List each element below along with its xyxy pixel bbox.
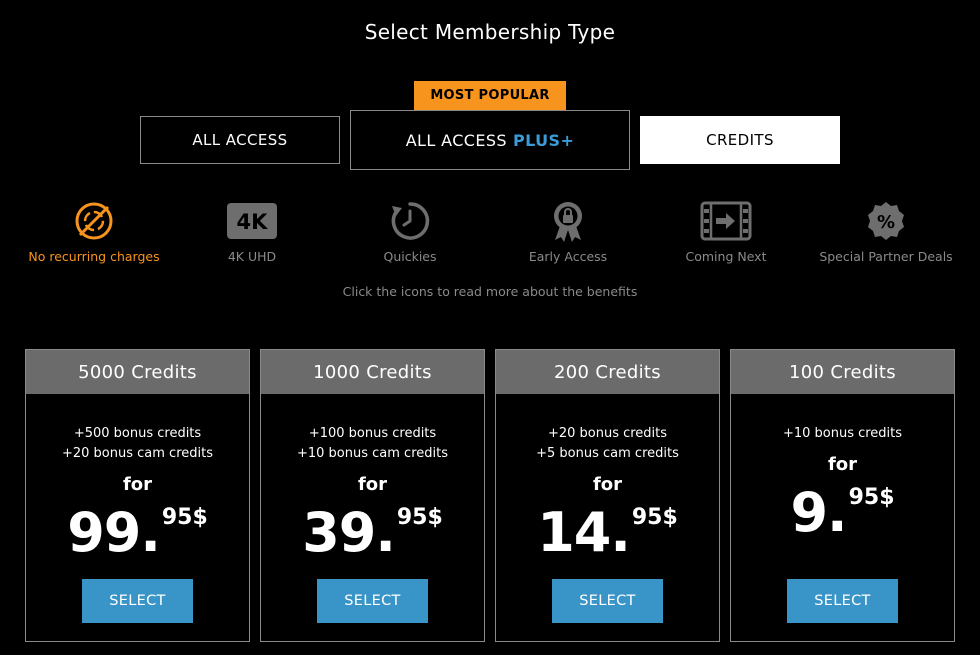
coming-next-icon <box>647 200 805 242</box>
tab-all-access[interactable]: ALL ACCESS <box>140 116 340 164</box>
for-label: for <box>827 454 858 475</box>
credit-package-card: 100 Credits +10 bonus credits for 9. 95$… <box>730 349 955 642</box>
most-popular-badge: MOST POPULAR <box>414 81 566 110</box>
tab-credits-label: CREDITS <box>706 131 774 149</box>
benefit-label: No recurring charges <box>28 249 160 264</box>
credit-package-card: 200 Credits +20 bonus credits +5 bonus c… <box>495 349 720 642</box>
early-access-icon <box>489 200 647 242</box>
for-label: for <box>122 474 153 495</box>
benefit-label: Coming Next <box>685 249 767 264</box>
price-cents: 95$ <box>848 485 895 510</box>
card-title: 200 Credits <box>496 350 719 394</box>
credit-package-card: 1000 Credits +100 bonus credits +10 bonu… <box>260 349 485 642</box>
bonus-cam-credits: +5 bonus cam credits <box>536 446 679 461</box>
partner-deals-icon: % <box>807 200 965 242</box>
tab-plus-suffix: PLUS+ <box>513 130 575 150</box>
benefit-4k-uhd[interactable]: 4K 4K UHD <box>173 200 331 264</box>
for-label: for <box>357 474 388 495</box>
benefits-row: No recurring charges 4K 4K UHD Quickies <box>15 200 965 270</box>
tab-all-access-plus-label: ALL ACCESS <box>405 130 507 150</box>
price: 9. 95$ <box>731 486 954 540</box>
bonus-credits: +500 bonus credits <box>73 426 202 441</box>
benefits-hint: Click the icons to read more about the b… <box>342 284 638 299</box>
select-button[interactable]: SELECT <box>82 579 193 623</box>
svg-text:%: % <box>877 212 895 233</box>
select-button[interactable]: SELECT <box>317 579 428 623</box>
price: 99. 95$ <box>26 506 249 560</box>
bonus-credits: +100 bonus credits <box>308 426 437 441</box>
benefit-partner-deals[interactable]: % Special Partner Deals <box>807 200 965 264</box>
credit-package-card: 5000 Credits +500 bonus credits +20 bonu… <box>25 349 250 642</box>
card-title: 5000 Credits <box>26 350 249 394</box>
benefit-label: 4K UHD <box>227 249 277 264</box>
select-button[interactable]: SELECT <box>552 579 663 623</box>
quickies-icon <box>331 200 489 242</box>
price-cents: 95$ <box>396 505 443 530</box>
price-main: 14. <box>537 501 631 564</box>
svg-text:4K: 4K <box>237 210 269 234</box>
price-main: 9. <box>790 481 847 544</box>
tab-all-access-label: ALL ACCESS <box>192 131 288 149</box>
card-title: 100 Credits <box>731 350 954 394</box>
benefit-label: Early Access <box>528 249 608 264</box>
price-cents: 95$ <box>631 505 678 530</box>
benefit-quickies[interactable]: Quickies <box>331 200 489 264</box>
card-title: 1000 Credits <box>261 350 484 394</box>
price: 14. 95$ <box>496 506 719 560</box>
price-main: 99. <box>67 501 161 564</box>
no-recurring-icon <box>15 200 173 242</box>
bonus-credits: +10 bonus credits <box>782 426 903 441</box>
benefit-coming-next[interactable]: Coming Next <box>647 200 805 264</box>
for-label: for <box>592 474 623 495</box>
bonus-cam-credits: +20 bonus cam credits <box>61 446 213 461</box>
price-cents: 95$ <box>161 505 208 530</box>
select-button[interactable]: SELECT <box>787 579 898 623</box>
tab-all-access-plus[interactable]: ALL ACCESS PLUS+ <box>350 110 630 170</box>
benefit-early-access[interactable]: Early Access <box>489 200 647 264</box>
price: 39. 95$ <box>261 506 484 560</box>
benefit-no-recurring[interactable]: No recurring charges <box>15 200 173 264</box>
tab-credits[interactable]: CREDITS <box>640 116 840 164</box>
bonus-credits: +20 bonus credits <box>547 426 668 441</box>
bonus-cam-credits: +10 bonus cam credits <box>296 446 448 461</box>
price-main: 39. <box>302 501 396 564</box>
benefit-label: Quickies <box>383 249 437 264</box>
4k-icon: 4K <box>173 200 331 242</box>
page-title: Select Membership Type <box>364 20 616 44</box>
benefit-label: Special Partner Deals <box>819 249 953 264</box>
